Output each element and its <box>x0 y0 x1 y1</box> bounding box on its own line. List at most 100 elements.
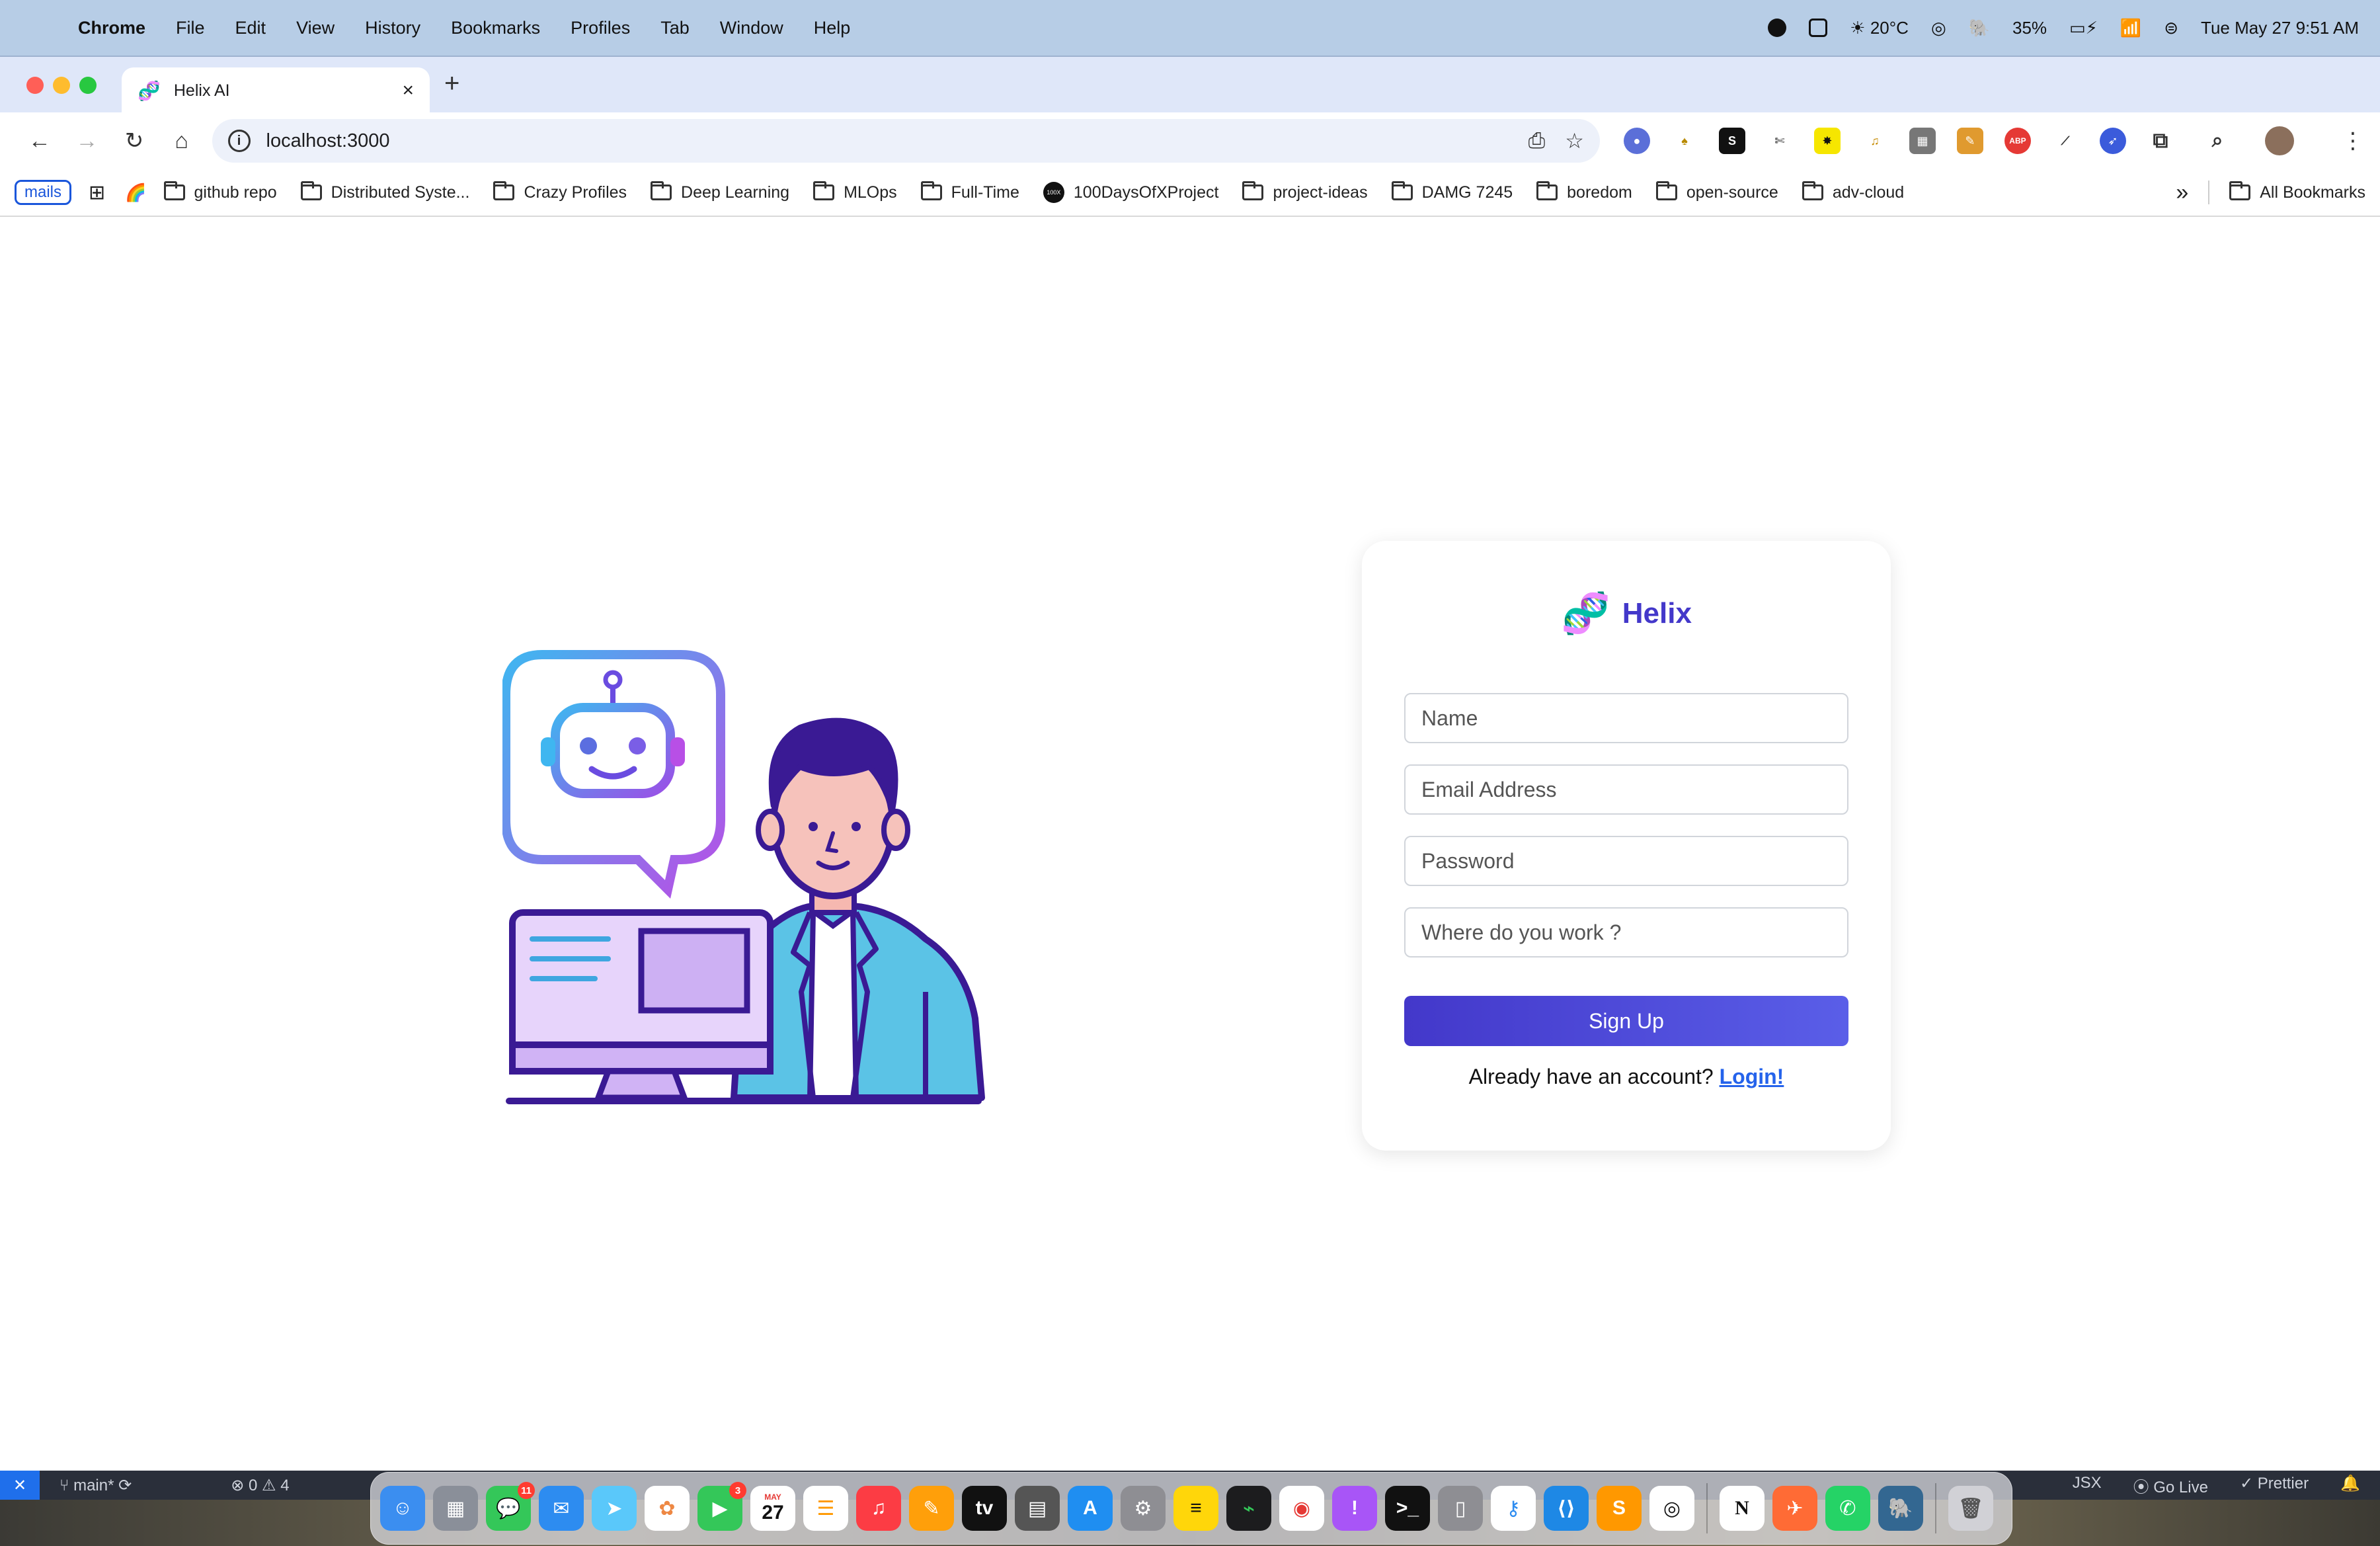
feedback-icon[interactable]: ! <box>1332 1486 1377 1531</box>
language-mode[interactable]: JSX <box>2073 1474 2102 1497</box>
extension-7-icon[interactable]: ▦ <box>1909 128 1936 154</box>
apps-grid-icon[interactable]: ⊞ <box>89 181 105 204</box>
extension-3-icon[interactable]: S <box>1718 128 1745 154</box>
activity-monitor-icon[interactable]: ⌁ <box>1226 1486 1271 1531</box>
all-bookmarks-folder[interactable]: All Bookmarks <box>2229 181 2365 202</box>
extension-5-icon[interactable]: ✸ <box>1813 128 1841 154</box>
email-input[interactable] <box>1404 764 1848 815</box>
more-menu-icon[interactable]: ⋮ <box>2342 128 2364 154</box>
facetime-icon[interactable]: ▶ 3 <box>697 1482 746 1531</box>
control-center-icon[interactable]: ⊜ <box>2164 18 2178 38</box>
bookmark-folder[interactable]: adv-cloud <box>1802 181 1904 202</box>
bookmark-folder[interactable]: boredom <box>1536 181 1632 202</box>
window-zoom-button[interactable] <box>79 77 97 94</box>
git-branch[interactable]: ⑂ main* ⟳ <box>60 1476 132 1495</box>
mails-bookmark[interactable]: mails <box>15 180 72 205</box>
go-live-button[interactable]: ⦿ Go Live <box>2133 1474 2208 1497</box>
extension-chart-icon[interactable]: ⟋ <box>2051 128 2079 154</box>
close-icon[interactable]: × <box>402 79 414 102</box>
menu-app-name[interactable]: Chrome <box>78 18 145 38</box>
chatgpt-app-icon[interactable]: ◎ <box>1649 1486 1694 1531</box>
bookmark-folder[interactable]: MLOps <box>813 181 897 202</box>
extension-rocket-icon[interactable]: ➶ <box>2099 128 2126 154</box>
name-input[interactable] <box>1404 693 1848 743</box>
workplace-input[interactable] <box>1404 907 1848 957</box>
back-arrow-icon[interactable]: ← <box>16 128 63 154</box>
mail-icon[interactable]: ✉ <box>539 1486 584 1531</box>
sublime-text-icon[interactable]: S <box>1597 1486 1642 1531</box>
bookmark-folder[interactable]: Crazy Profiles <box>493 181 627 202</box>
menu-window[interactable]: Window <box>720 18 783 38</box>
calendar-icon[interactable]: MAY 27 <box>750 1486 795 1531</box>
login-link[interactable]: Login! <box>1720 1065 1784 1088</box>
menu-tab[interactable]: Tab <box>660 18 690 38</box>
tab-search-icon[interactable]: ⌕ <box>2203 128 2231 154</box>
notion-icon[interactable] <box>1809 19 1828 37</box>
bookmark-folder[interactable]: github repo <box>163 181 277 202</box>
maps-icon[interactable]: ➤ <box>592 1486 637 1531</box>
menu-bookmarks[interactable]: Bookmarks <box>451 18 540 38</box>
menu-help[interactable]: Help <box>814 18 851 38</box>
finder-icon[interactable]: ☺ <box>380 1486 425 1531</box>
forward-arrow-icon[interactable]: → <box>63 128 111 154</box>
clock[interactable]: Tue May 27 9:51 AM <box>2201 18 2359 38</box>
tableplus-icon[interactable]: 🐘 <box>1969 18 1990 38</box>
whatsapp-icon[interactable]: ✆ <box>1825 1486 1870 1531</box>
url-text[interactable]: localhost:3000 <box>266 130 390 152</box>
photos-icon[interactable]: ✿ <box>645 1486 690 1531</box>
trash-icon[interactable]: 🗑 <box>1948 1486 1993 1531</box>
reminders-icon[interactable]: ☰ <box>803 1486 848 1531</box>
bookmark-site[interactable]: 100X 100DaysOfXProject <box>1043 182 1218 203</box>
pages-icon[interactable]: ✎ <box>909 1486 954 1531</box>
problems-indicator[interactable]: ⊗ 0 ⚠ 4 <box>231 1476 289 1495</box>
apple-tv-icon[interactable]: tv <box>962 1486 1007 1531</box>
chrome-icon[interactable]: ◉ <box>1279 1486 1324 1531</box>
bookmarks-overflow-icon[interactable]: » <box>2176 180 2188 206</box>
remote-indicator-icon[interactable]: ✕ <box>0 1471 40 1500</box>
window-minimize-button[interactable] <box>53 77 70 94</box>
music-icon[interactable]: ♫ <box>856 1486 901 1531</box>
notifications-bell-icon[interactable]: 🔔 <box>2340 1474 2360 1497</box>
app-store-icon[interactable]: A <box>1068 1486 1113 1531</box>
new-tab-icon[interactable]: + <box>444 69 459 99</box>
bookmark-star-icon[interactable]: ☆ <box>1565 128 1584 153</box>
extension-1-icon[interactable]: ● <box>1623 128 1650 154</box>
profile-avatar[interactable] <box>2264 126 2294 155</box>
window-close-button[interactable] <box>26 77 44 94</box>
extension-8-icon[interactable]: ✎ <box>1956 128 1983 154</box>
address-bar[interactable]: i localhost:3000 ⎙ ☆ <box>212 119 1600 163</box>
tab-helix-ai[interactable]: 🧬 Helix AI × <box>122 67 430 114</box>
menu-file[interactable]: File <box>176 18 205 38</box>
messages-icon[interactable]: 💬 11 <box>486 1482 535 1531</box>
reload-icon[interactable]: ↻ <box>110 128 158 154</box>
menu-history[interactable]: History <box>365 18 420 38</box>
iphone-mirroring-icon[interactable]: ▯ <box>1438 1486 1483 1531</box>
bookmark-folder[interactable]: Distributed Syste... <box>300 181 469 202</box>
extension-6-icon[interactable]: ♫ <box>1861 128 1888 154</box>
launchpad-icon[interactable]: ▦ <box>433 1486 478 1531</box>
bookmark-folder[interactable]: Full-Time <box>920 181 1019 202</box>
calculator-icon[interactable]: ▤ <box>1015 1486 1060 1531</box>
bookmark-folder[interactable]: DAMG 7245 <box>1391 181 1513 202</box>
password-input[interactable] <box>1404 836 1848 886</box>
weather-widget[interactable]: ☀ 20°C <box>1850 18 1909 38</box>
wifi-icon[interactable]: 📶 <box>2120 18 2141 38</box>
bookmark-folder[interactable]: open-source <box>1655 181 1778 202</box>
notion-app-icon[interactable]: N <box>1720 1486 1765 1531</box>
extensions-puzzle-icon[interactable]: ⧉ <box>2147 128 2174 154</box>
sign-up-button[interactable]: Sign Up <box>1404 996 1848 1046</box>
battery-icon[interactable]: ▭⚡ <box>2069 18 2098 38</box>
adblock-icon[interactable]: ABP <box>2004 128 2031 154</box>
bookmark-folder[interactable]: project-ideas <box>1242 181 1368 202</box>
menu-edit[interactable]: Edit <box>235 18 266 38</box>
postman-icon[interactable]: ✈ <box>1772 1486 1817 1531</box>
vscode-icon[interactable]: ⟨⟩ <box>1544 1486 1589 1531</box>
menu-profiles[interactable]: Profiles <box>571 18 630 38</box>
postgres-icon[interactable]: 🐘 <box>1878 1486 1923 1531</box>
home-icon[interactable]: ⌂ <box>158 128 206 154</box>
extension-2-icon[interactable]: ♠ <box>1671 128 1698 154</box>
site-info-icon[interactable]: i <box>227 130 251 152</box>
keychain-icon[interactable]: ⚷ <box>1491 1486 1536 1531</box>
prettier-status[interactable]: ✓ Prettier <box>2240 1474 2309 1497</box>
record-icon[interactable] <box>1768 19 1787 37</box>
